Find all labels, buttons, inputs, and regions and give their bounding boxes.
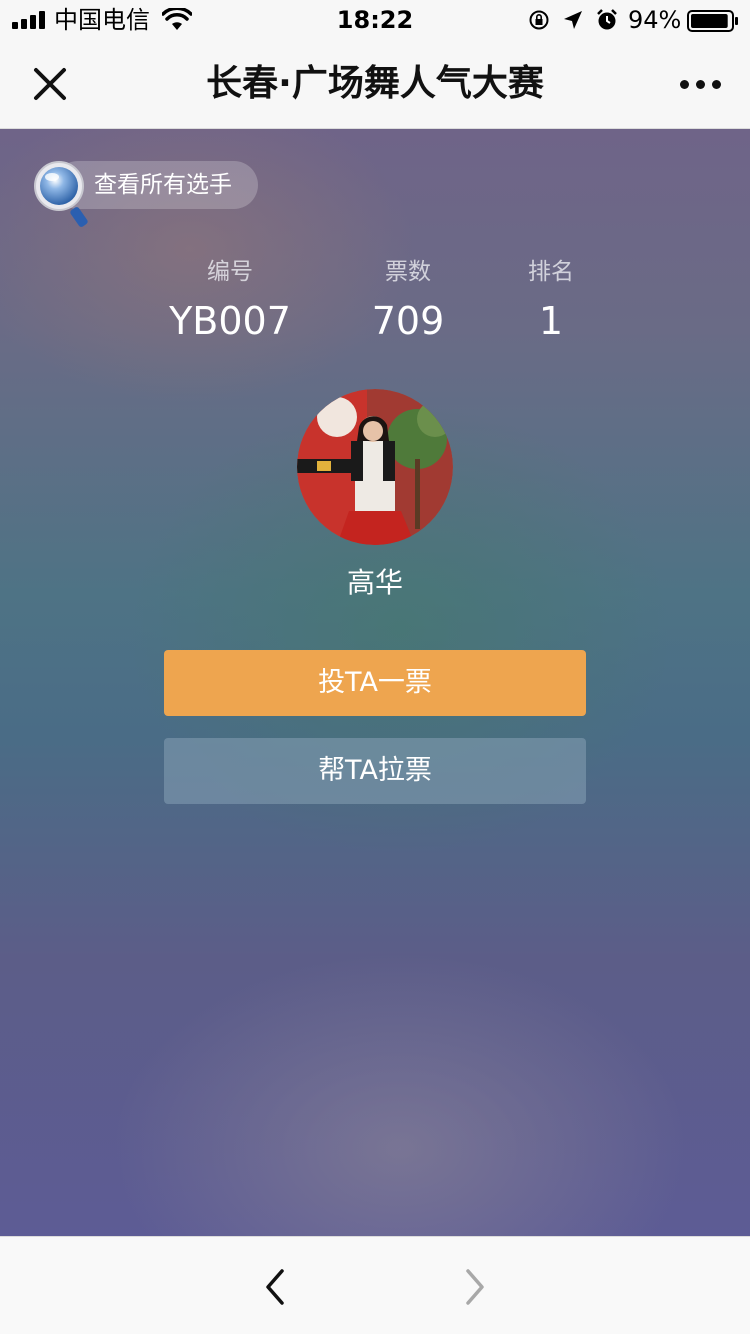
battery-percent: 94% [628,6,682,34]
stat-rank: 排名 1 [461,257,641,343]
contestant-detail: 查看所有选手 编号 YB007 票数 709 排名 1 高华 投TA一票 帮TA… [0,129,750,1236]
page: 中国电信 18:22 94% 长春·广场舞人气大赛 查看所有选手 编号 YB00… [0,0,750,1334]
player-name: 高华 [346,566,403,599]
chevron-right-icon[interactable] [454,1267,494,1307]
status-bar: 中国电信 18:22 94% [0,0,750,40]
view-all-players-label: 查看所有选手 [94,172,232,198]
stat-rank-label: 排名 [528,259,574,285]
close-icon[interactable] [30,64,70,104]
browser-toolbar [0,1236,750,1334]
alarm-icon [597,9,617,30]
stat-id: 编号 YB007 [140,257,320,343]
chevron-left-icon[interactable] [256,1267,296,1307]
location-icon [564,11,582,29]
orientation-lock-icon [529,10,549,30]
view-all-players-button[interactable]: 查看所有选手 [34,161,260,227]
vote-button[interactable]: 投TA一票 [164,650,586,716]
navigation-bar: 长春·广场舞人气大赛 [0,40,750,129]
page-title: 长春·广场舞人气大赛 [206,63,544,104]
magnifier-icon [34,161,88,227]
avatar [297,389,453,545]
battery-icon [687,10,738,32]
more-icon[interactable] [676,72,724,96]
stat-rank-value: 1 [538,299,564,343]
canvass-button[interactable]: 帮TA拉票 [164,738,586,804]
stat-id-value: YB007 [169,299,291,343]
stat-id-label: 编号 [207,259,253,285]
